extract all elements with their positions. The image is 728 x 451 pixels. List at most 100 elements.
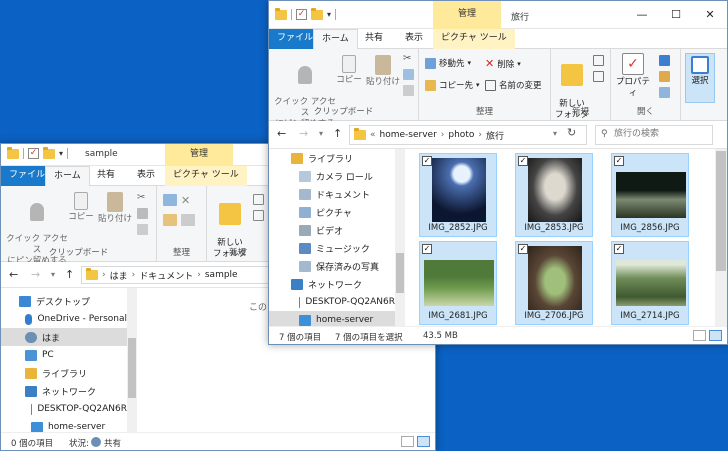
nav-item-desktop[interactable]: デスクトップ	[1, 292, 127, 310]
recent-dropdown-icon[interactable]: ▾	[51, 270, 55, 279]
nav-item-user[interactable]: はま	[1, 328, 127, 346]
nav-item-saved-pictures[interactable]: 保存済みの写真	[269, 257, 395, 275]
nav-item-music[interactable]: ミュージック	[269, 239, 395, 257]
nav-item-camera-roll[interactable]: カメラ ロール	[269, 167, 395, 185]
scroll-thumb[interactable]	[396, 253, 404, 293]
tab-home[interactable]: ホーム	[45, 166, 90, 186]
breadcrumb-item[interactable]: photo	[448, 130, 474, 140]
tab-view[interactable]: 表示	[397, 29, 431, 49]
nav-scrollbar[interactable]	[127, 288, 137, 434]
rename-icon[interactable]	[181, 214, 195, 226]
copy-to-button[interactable]: コピー先 ▾	[425, 79, 480, 91]
nav-item-videos[interactable]: ビデオ	[269, 221, 395, 239]
properties-check-icon[interactable]: ✓	[28, 148, 39, 159]
tab-share[interactable]: 共有	[357, 29, 391, 49]
nav-item-documents[interactable]: ドキュメント	[269, 185, 395, 203]
close-button[interactable]: ✕	[693, 1, 727, 29]
properties-button[interactable]: ✓ プロパティ	[613, 53, 653, 99]
title-bar[interactable]: ✓ ▾ 管理 旅行 — ☐ ✕	[269, 1, 727, 29]
tab-home[interactable]: ホーム	[313, 29, 358, 49]
copy-path-icon[interactable]	[403, 69, 414, 80]
copy-to-icon[interactable]	[163, 214, 177, 226]
file-tile[interactable]: ✓ IMG_2856.JPG	[611, 153, 689, 237]
copy-button[interactable]: コピー	[335, 55, 363, 86]
file-tile[interactable]: ✓ IMG_2852.JPG	[419, 153, 497, 237]
tile-checkbox[interactable]: ✓	[422, 156, 432, 166]
pin-quick-access-button[interactable]: クイック アクセス にピン留めする	[273, 55, 337, 130]
nav-item-pictures[interactable]: ピクチャ	[269, 203, 395, 221]
customize-dropdown-icon[interactable]: ▾	[59, 149, 63, 158]
minimize-button[interactable]: —	[625, 1, 659, 29]
file-tile[interactable]: ✓ IMG_2714.JPG	[611, 241, 689, 325]
up-arrow-icon[interactable]: ↑	[333, 127, 342, 140]
nav-item-pc[interactable]: PC	[1, 346, 127, 364]
new-folder-icon[interactable]	[43, 146, 55, 159]
tab-share[interactable]: 共有	[89, 166, 123, 186]
file-tile[interactable]: ✓ IMG_2853.JPG	[515, 153, 593, 237]
search-input[interactable]: 旅行の検索	[595, 125, 713, 145]
tile-checkbox[interactable]: ✓	[518, 156, 528, 166]
paste-shortcut-icon[interactable]	[403, 85, 414, 96]
move-to-icon[interactable]	[163, 194, 177, 206]
breadcrumb-item[interactable]: sample	[205, 270, 238, 280]
file-tile[interactable]: ✓ IMG_2706.JPG	[515, 241, 593, 325]
delete-icon[interactable]: ✕	[181, 194, 190, 207]
breadcrumb-item[interactable]: ドキュメント	[139, 269, 193, 282]
refresh-icon[interactable]: ↻	[567, 126, 576, 139]
breadcrumb-item[interactable]: home-server	[380, 130, 437, 140]
paste-button[interactable]: 貼り付け	[365, 55, 401, 88]
customize-dropdown-icon[interactable]: ▾	[327, 10, 331, 19]
new-item-icon[interactable]	[253, 194, 264, 205]
history-icon[interactable]	[659, 87, 670, 98]
properties-check-icon[interactable]: ✓	[296, 9, 307, 20]
nav-item-library[interactable]: ライブラリ	[1, 364, 127, 382]
large-icons-view-icon[interactable]	[417, 436, 430, 447]
nav-item-desktop-pc[interactable]: DESKTOP-QQ2AN6R	[1, 400, 127, 418]
tile-checkbox[interactable]: ✓	[422, 244, 432, 254]
scroll-thumb[interactable]	[716, 151, 726, 271]
details-view-icon[interactable]	[693, 330, 706, 341]
back-arrow-icon[interactable]: ←	[277, 127, 286, 140]
copy-path-icon[interactable]	[137, 208, 148, 219]
maximize-button[interactable]: ☐	[659, 1, 693, 29]
tile-checkbox[interactable]: ✓	[518, 244, 528, 254]
forward-arrow-icon[interactable]: →	[31, 268, 40, 281]
recent-dropdown-icon[interactable]: ▾	[319, 129, 323, 138]
details-view-icon[interactable]	[401, 436, 414, 447]
paste-shortcut-icon[interactable]	[137, 224, 148, 235]
cut-icon[interactable]: ✂	[137, 192, 148, 203]
tile-checkbox[interactable]: ✓	[614, 244, 624, 254]
nav-item-library[interactable]: ライブラリ	[269, 149, 395, 167]
tab-view[interactable]: 表示	[129, 166, 163, 186]
nav-scrollbar[interactable]	[395, 149, 405, 327]
forward-arrow-icon[interactable]: →	[299, 127, 308, 140]
tab-picture-tools[interactable]: ピクチャ ツール	[433, 29, 515, 49]
breadcrumb-item[interactable]: 旅行	[486, 129, 504, 142]
easy-access-icon[interactable]	[593, 71, 604, 82]
copy-button[interactable]: コピー	[67, 192, 95, 223]
cut-icon[interactable]: ✂	[403, 53, 411, 64]
breadcrumb-item[interactable]: はま	[110, 269, 128, 282]
tile-checkbox[interactable]: ✓	[614, 156, 624, 166]
nav-item-network[interactable]: ネットワーク	[1, 382, 127, 400]
up-arrow-icon[interactable]: ↑	[65, 268, 74, 281]
nav-item-desktop-pc[interactable]: DESKTOP-QQ2AN6R	[269, 293, 395, 311]
nav-item-network[interactable]: ネットワーク	[269, 275, 395, 293]
explorer-window-travel[interactable]: ✓ ▾ 管理 旅行 — ☐ ✕ ファイル ホーム 共有 表示 ピクチャ ツール …	[268, 0, 728, 345]
easy-access-icon[interactable]	[253, 210, 264, 221]
edit-icon[interactable]	[659, 71, 670, 82]
new-folder-icon[interactable]	[311, 7, 323, 20]
file-tile[interactable]: ✓ IMG_2681.JPG	[419, 241, 497, 325]
new-item-icon[interactable]	[593, 55, 604, 66]
scroll-thumb[interactable]	[128, 338, 136, 398]
rename-button[interactable]: 名前の変更	[485, 79, 542, 91]
address-field[interactable]: « home-server › photo › 旅行	[349, 125, 587, 145]
nav-item-onedrive[interactable]: OneDrive - Personal	[1, 310, 127, 328]
large-icons-view-icon[interactable]	[709, 330, 722, 341]
back-arrow-icon[interactable]: ←	[9, 268, 18, 281]
delete-button[interactable]: ✕ 削除 ▾	[485, 57, 521, 70]
open-icon[interactable]	[659, 55, 670, 66]
move-to-button[interactable]: 移動先 ▾	[425, 57, 471, 69]
tab-picture-tools[interactable]: ピクチャ ツール	[165, 166, 247, 186]
select-button[interactable]: 選択	[685, 53, 715, 103]
